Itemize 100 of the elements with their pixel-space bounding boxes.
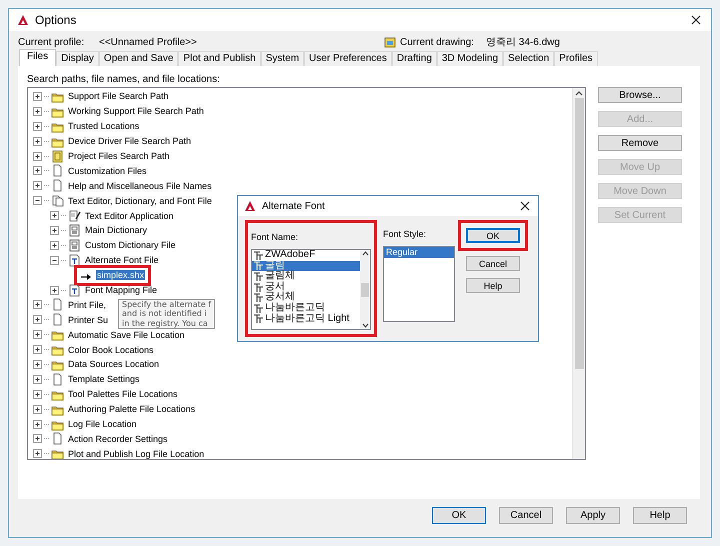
font-item[interactable]: 나눔바른고딕 Light [252, 314, 360, 324]
expand-icon[interactable] [50, 211, 59, 220]
tab[interactable]: Files [19, 49, 56, 66]
font-style-item[interactable]: Regular [384, 247, 454, 258]
font-item[interactable]: 궁서체 [252, 292, 360, 303]
tree-item[interactable]: Text Editor, Dictionary, and Font File [67, 196, 213, 206]
tree-item[interactable]: Alternate Font File [84, 255, 160, 266]
expand-icon[interactable] [33, 152, 42, 160]
dialog-button[interactable]: Apply [566, 507, 620, 524]
expand-icon[interactable] [33, 166, 42, 176]
dialog-button[interactable]: Cancel [466, 256, 520, 271]
tree-item[interactable]: Template Settings [67, 374, 141, 384]
expand-icon[interactable] [33, 345, 42, 354]
tab[interactable]: System [260, 51, 304, 66]
dialog-button[interactable]: Help [633, 507, 687, 524]
tree-item[interactable]: Color Book Locations [67, 344, 155, 355]
expand-icon[interactable] [50, 286, 59, 295]
expand-icon[interactable] [33, 404, 42, 414]
drawing-value: 영죽리 34-6.dwg [486, 36, 560, 49]
expand-icon[interactable] [50, 240, 59, 250]
dialog-button[interactable]: OK [466, 228, 520, 243]
tab[interactable]: User Preferences [304, 51, 392, 66]
font-list[interactable]: ZWAdobeF 굴림 굴림체 궁서 궁서체 나눔바른고딕 나눔바른고딕 Light [251, 249, 371, 330]
expand-icon[interactable] [33, 360, 42, 369]
tree-item[interactable]: Automatic Save File Location [67, 330, 186, 340]
project-folder-icon [51, 150, 64, 162]
tree-item[interactable]: Data Sources Location [67, 359, 160, 370]
tree-item[interactable]: Font Mapping File [84, 285, 158, 296]
expand-icon[interactable] [33, 136, 42, 146]
side-button[interactable]: Browse... [598, 87, 682, 103]
tree-item[interactable]: simplex.shx [96, 270, 146, 280]
tree-item[interactable]: Action Recorder Settings [67, 434, 169, 444]
expand-icon[interactable] [33, 390, 42, 399]
truetype-icon [254, 314, 263, 324]
tree-item[interactable]: Print File, [67, 300, 108, 310]
scrollbar[interactable] [572, 88, 585, 459]
scrollbar[interactable] [360, 250, 370, 329]
expand-icon[interactable] [33, 420, 42, 429]
close-icon[interactable] [691, 15, 701, 25]
profile-value: <<Unnamed Profile>> [99, 36, 198, 48]
font-item[interactable]: 궁서 [252, 282, 360, 292]
dialog-button[interactable]: Cancel [499, 507, 553, 524]
tab[interactable]: Display [56, 51, 99, 66]
expand-icon[interactable] [33, 106, 42, 116]
tree-item[interactable]: Tool Palettes File Locations [67, 389, 179, 400]
collapse-icon[interactable] [33, 196, 42, 206]
dictionary-icon [68, 238, 81, 252]
scroll-thumb[interactable] [361, 282, 369, 296]
tree-item[interactable]: Help and Miscellaneous File Names [67, 180, 213, 191]
expand-icon[interactable] [33, 181, 42, 190]
dialog-button[interactable]: Help [466, 278, 520, 293]
tree-item[interactable]: Working Support File Search Path [67, 106, 205, 116]
tree-item[interactable]: Text Editor Application [84, 210, 175, 221]
expand-icon[interactable] [33, 434, 42, 444]
tree-item[interactable]: Main Dictionary [84, 225, 148, 236]
close-icon[interactable] [520, 201, 530, 211]
dialog-button[interactable]: OK [432, 507, 486, 524]
truetype-icon [254, 282, 263, 292]
side-button[interactable]: Remove [598, 135, 682, 151]
tree-item[interactable]: Authoring Palette File Locations [67, 404, 196, 414]
font-item[interactable]: 굴림체 [252, 271, 360, 282]
dictionary-icon [68, 224, 81, 237]
document-icon [51, 298, 64, 312]
tooltip-text: in the registry. You ca [122, 318, 209, 328]
expand-icon[interactable] [33, 315, 42, 324]
tab[interactable]: Plot and Publish [178, 51, 261, 66]
font-item[interactable]: 굴림 [252, 260, 360, 272]
tab[interactable]: 3D Modeling [436, 51, 504, 66]
expand-icon[interactable] [33, 300, 42, 310]
font-item[interactable]: ZWAdobeF [252, 250, 360, 261]
tree-item[interactable]: Custom Dictionary File [84, 240, 177, 250]
tab[interactable]: Open and Save [98, 51, 178, 66]
tree-item[interactable]: Customization Files [67, 166, 148, 176]
tab[interactable]: Drafting [392, 51, 437, 66]
expand-icon[interactable] [33, 449, 42, 458]
collapse-icon[interactable] [50, 256, 59, 265]
expand-icon[interactable] [33, 374, 42, 384]
truetype-icon [254, 293, 263, 302]
font-style-list[interactable]: Regular [383, 246, 455, 322]
expand-icon[interactable] [50, 226, 59, 235]
tree-item[interactable]: Project Files Search Path [67, 151, 171, 161]
profile-label: Current profile: [18, 36, 86, 48]
tree-label: Search paths, file names, and file locations: [27, 74, 221, 87]
tree-item[interactable]: Plot and Publish Log File Location [67, 448, 206, 459]
tree-item[interactable]: Support File Search Path [67, 91, 170, 102]
tree-item[interactable]: Printer Su [67, 314, 110, 325]
expand-icon[interactable] [33, 92, 42, 101]
tab[interactable]: Profiles [554, 51, 598, 66]
scroll-thumb[interactable] [574, 98, 584, 369]
font-name-label: Font Name: [251, 232, 300, 242]
tree-item[interactable]: Trusted Locations [67, 121, 140, 132]
tree-item[interactable]: Device Driver File Search Path [67, 136, 192, 146]
tree-item[interactable]: Log File Location [67, 419, 138, 430]
truetype-icon [254, 261, 263, 270]
expand-icon[interactable] [33, 330, 42, 340]
font-style-label: Font Style: [383, 229, 428, 239]
tab[interactable]: Selection [503, 51, 554, 66]
app-logo-icon [17, 14, 29, 26]
font-item[interactable]: 나눔바른고딕 [252, 302, 360, 314]
expand-icon[interactable] [33, 122, 42, 131]
